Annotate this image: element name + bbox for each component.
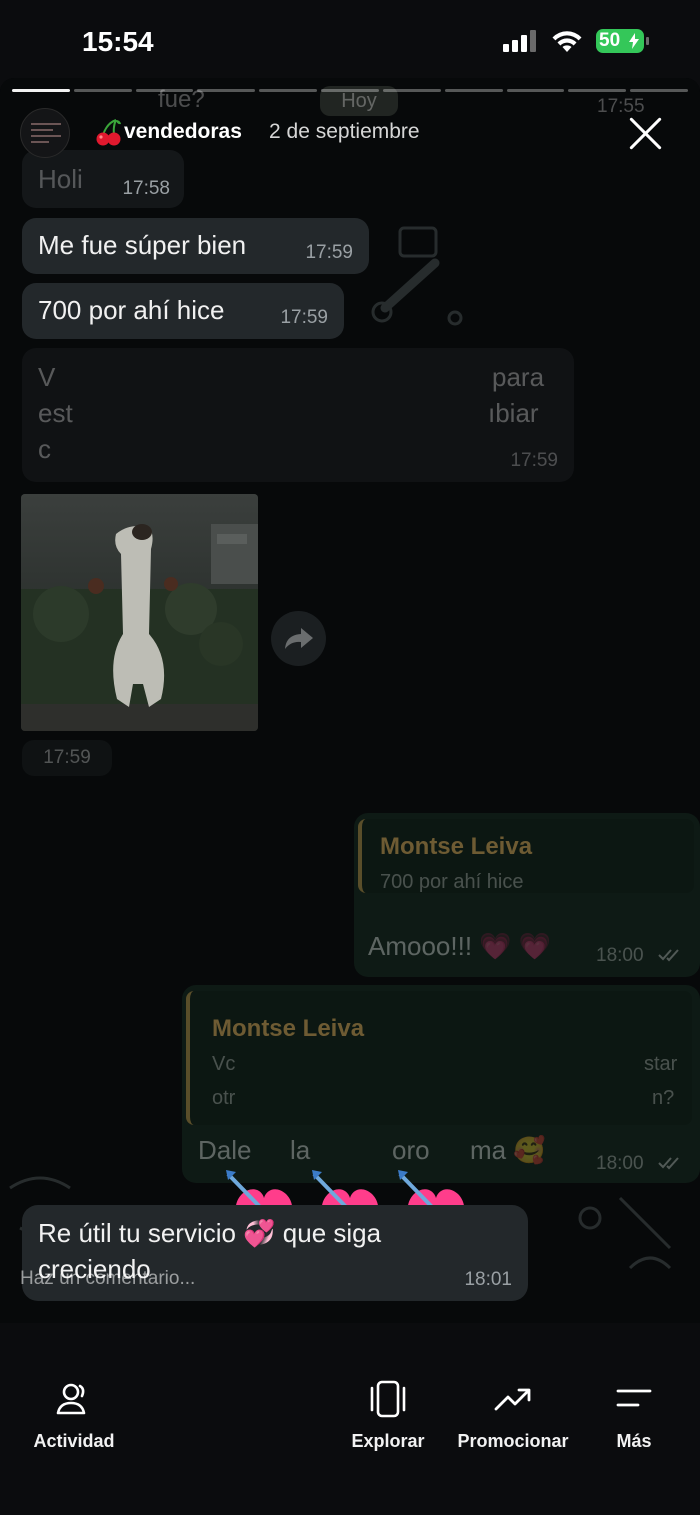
reply-author: Montse Leiva [212, 1015, 365, 1042]
quoted-reply: Montse Leiva 700 por ahí hice [358, 819, 694, 893]
message-text: Me fue súper bien [38, 230, 247, 260]
battery-level: 50 [599, 30, 621, 51]
message-bubble: Me fue súper bien 17:59 [22, 218, 369, 274]
progress-segment [321, 89, 379, 92]
progress-segment [444, 89, 503, 92]
reply-author: Montse Leiva [380, 833, 533, 860]
read-ticks-icon [658, 1157, 679, 1170]
explore-icon [370, 1380, 406, 1418]
status-bar: 15:54 50 [0, 0, 700, 80]
photo-time: 17:59 [22, 740, 112, 776]
blurred-fragment: V [38, 362, 56, 392]
close-button[interactable] [628, 115, 664, 151]
story-header: vendedoras 2 de septiembre [20, 108, 684, 160]
more-icon [616, 1389, 652, 1407]
message-time: 17:59 [510, 450, 558, 471]
progress-segment [73, 89, 132, 92]
reply-text: n? [652, 1087, 675, 1109]
nav-label: Promocionar [457, 1431, 569, 1451]
nav-label: Explorar [351, 1431, 425, 1451]
read-ticks-icon [658, 949, 679, 962]
message-time: 17:58 [122, 178, 170, 199]
message-text: Holi [38, 164, 83, 194]
blurred-message-bubble: V para est ıbiar c 17:59 [22, 348, 574, 482]
story-username[interactable]: vendedoras [124, 120, 242, 144]
llama-figure-photo [21, 494, 258, 731]
nav-label: Actividad [33, 1431, 115, 1451]
message-time: 17:59 [305, 242, 353, 263]
outgoing-message-bubble: Montse Leiva Vc star otr n? Dale la oro … [182, 985, 700, 1183]
story-viewer[interactable]: fue? Hoy 17:55 Holi 17:58 Me fue súper b… [0, 78, 700, 1323]
message-text: 700 por ahí hice [38, 295, 225, 325]
quoted-reply: Montse Leiva Vc star otr n? [186, 991, 692, 1125]
nav-promote[interactable]: Promocionar [453, 1371, 573, 1461]
photo-message[interactable] [21, 494, 258, 731]
reply-text: Vc [212, 1053, 236, 1075]
battery-icon: 50 [596, 29, 649, 53]
nav-more[interactable]: Más [594, 1371, 674, 1461]
progress-segment [382, 89, 441, 92]
blurred-fragment: ıbiar [488, 398, 539, 428]
avatar[interactable] [20, 108, 70, 158]
message-time: 17:59 [280, 307, 328, 328]
story-progress-bar [12, 89, 688, 93]
message-bubble: 700 por ahí hice 17:59 [22, 283, 344, 339]
activity-icon [56, 1383, 86, 1415]
message-time: 18:00 [596, 945, 644, 966]
outgoing-message-bubble: Montse Leiva 700 por ahí hice Amooo!!! 💗… [354, 813, 700, 977]
progress-segment [506, 89, 565, 92]
bottom-nav: Actividad Explorar Promocionar Más [0, 1323, 700, 1515]
message-time: 18:01 [464, 1269, 512, 1290]
message-time: 18:00 [596, 1153, 644, 1174]
story-date: 2 de septiembre [269, 120, 420, 143]
blurred-fragment: est [38, 398, 73, 428]
cellular-signal-icon [503, 30, 541, 52]
status-time: 15:54 [82, 26, 154, 57]
cherry-icon [96, 119, 121, 146]
doodle-tools-icon [371, 226, 463, 326]
doodle-icon [578, 1196, 672, 1270]
nav-label: Más [616, 1431, 652, 1451]
forward-button[interactable] [271, 611, 326, 666]
message-text: ma 🥰 [470, 1135, 546, 1165]
promote-icon [494, 1388, 531, 1411]
progress-segment [12, 89, 70, 92]
progress-segment [135, 89, 194, 92]
blurred-fragment: c [38, 434, 51, 464]
message-text: Amooo!!! 💗 💗 [368, 931, 552, 961]
message-text: la [290, 1135, 311, 1165]
message-text: oro [392, 1135, 430, 1165]
nav-explore[interactable]: Explorar [338, 1371, 438, 1461]
progress-segment [630, 89, 688, 92]
message-text: Dale [198, 1135, 252, 1165]
reply-text: star [644, 1053, 678, 1075]
forward-icon [285, 628, 313, 649]
wifi-icon [552, 31, 582, 52]
nav-activity[interactable]: Actividad [24, 1371, 124, 1461]
progress-segment [259, 89, 318, 92]
reply-text: 700 por ahí hice [380, 871, 524, 893]
reply-text: otr [212, 1087, 236, 1109]
chat-screenshot-background: fue? Hoy 17:55 Holi 17:58 Me fue súper b… [0, 78, 700, 1323]
progress-segment [568, 89, 627, 92]
blurred-fragment: para [492, 362, 545, 392]
progress-segment [197, 89, 256, 92]
comment-input[interactable]: Haz un comentario... [20, 1268, 195, 1290]
